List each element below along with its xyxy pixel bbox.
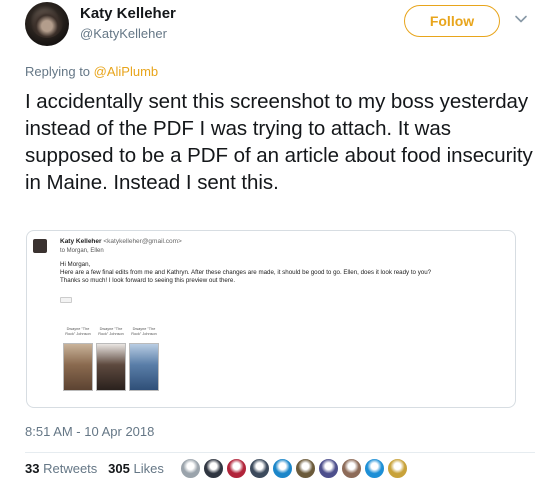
thumbnail-image [96,343,126,391]
follow-button[interactable]: Follow [404,5,500,37]
attached-email-screenshot[interactable]: Katy Kelleher <katykelleher@gmail.com> t… [26,230,516,408]
liker-avatar[interactable] [364,458,385,479]
avatar[interactable] [25,2,69,46]
email-trimmed-content-icon [60,297,72,303]
thumbnail-caption: Dwayne "The Rock" Johnson [98,327,124,336]
retweets-label: Retweets [43,461,98,476]
thumbnail-caption: Dwayne "The Rock" Johnson [131,327,157,336]
email-to-line: to Morgan, Ellen [60,248,104,254]
liker-avatar[interactable] [341,458,362,479]
replying-to: Replying to @AliPlumb [25,64,158,79]
thumbnail-image [129,343,159,391]
retweets-count: 33 [25,461,40,476]
email-sender-avatar [33,239,47,253]
liker-avatar[interactable] [249,458,270,479]
email-thumbnail: Dwayne "The Rock" Johnson [63,327,93,391]
avatar-photo [31,8,63,38]
thumbnail-image [63,343,93,391]
liker-avatar[interactable] [318,458,339,479]
likes-label: Likes [133,461,164,476]
email-signoff: Thanks so much! I look forward to seeing… [60,277,236,284]
liker-avatar[interactable] [272,458,293,479]
liker-avatar[interactable] [180,458,201,479]
liker-avatar[interactable] [203,458,224,479]
email-sender-name: Katy Kelleher [60,238,102,245]
email-paragraph: Here are a few final edits from me and K… [60,269,432,276]
tweet-text: I accidentally sent this screenshot to m… [25,90,533,194]
chevron-down-icon[interactable] [514,12,528,26]
display-name[interactable]: Katy Kelleher [80,5,176,22]
email-from-line: Katy Kelleher <katykelleher@gmail.com> [60,238,182,245]
liker-avatar[interactable] [387,458,408,479]
liker-avatar[interactable] [295,458,316,479]
email-thumbnail: Dwayne "The Rock" Johnson [129,327,159,391]
email-sender-address: <katykelleher@gmail.com> [103,238,182,245]
replying-to-label: Replying to [25,64,94,79]
user-handle[interactable]: @KatyKelleher [80,26,167,41]
email-body: Hi Morgan, Here are a few final edits fr… [60,261,510,285]
likes-stat[interactable]: 305 Likes [108,461,164,476]
email-thumbnail: Dwayne "The Rock" Johnson [96,327,126,391]
thumbnail-caption: Dwayne "The Rock" Johnson [65,327,91,336]
tweet-timestamp[interactable]: 8:51 AM - 10 Apr 2018 [25,424,154,439]
tweet-stats: 33 Retweets 305 Likes [25,461,164,476]
divider [25,452,535,453]
reply-mention-link[interactable]: @AliPlumb [94,64,159,79]
likes-count: 305 [108,461,130,476]
retweets-stat[interactable]: 33 Retweets [25,461,97,476]
tweet-header: Katy Kelleher @KatyKelleher Follow [22,0,532,50]
email-greeting: Hi Morgan, [60,261,91,268]
liker-avatar[interactable] [226,458,247,479]
